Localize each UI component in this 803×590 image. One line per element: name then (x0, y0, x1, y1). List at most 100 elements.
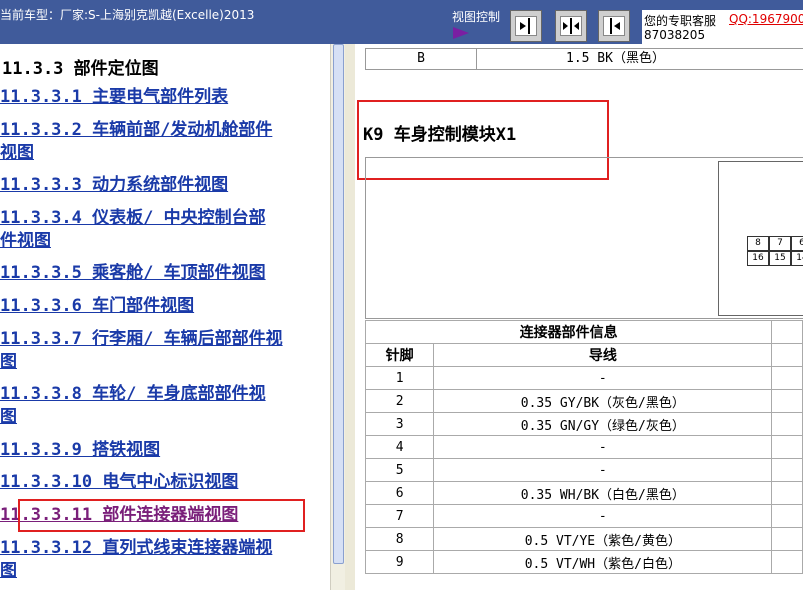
extra-cell (771, 504, 803, 528)
col-extra-header (771, 343, 803, 367)
toc-item-text-cont: 件视图 (0, 231, 51, 251)
support-label: 您的专职客服 (644, 14, 717, 28)
toc-item-text: 11.3.3.1 主要电气部件列表 (0, 87, 229, 107)
wire-cell: 0.5 VT/WH（紫色/白色） (433, 550, 773, 574)
wire-cell: 0.35 GN/GY（绿色/灰色） (433, 412, 773, 436)
toc-item-text: 11.3.3.5 乘客舱/ 车顶部件视图 (0, 263, 266, 283)
toc-item-text-cont: 图 (0, 561, 17, 581)
table-header-extra (771, 320, 803, 344)
right-panel-icon (603, 16, 625, 36)
table-row: 3 0.35 GN/GY（绿色/灰色） (364, 412, 803, 436)
connector-pin: 6 (791, 236, 803, 251)
pin-cell: 6 (364, 481, 435, 505)
table-row: 1- (364, 366, 803, 390)
toc-item-11-3-3-4[interactable]: 11.3.3.4 仪表板/ 中央控制台部 件视图 (0, 207, 326, 253)
extra-cell (771, 550, 803, 574)
extra-cell (771, 458, 803, 482)
toc-scrollbar-thumb[interactable] (333, 44, 344, 564)
toc-item-11-3-3-3[interactable]: 11.3.3.3 动力系统部件视图 (0, 174, 326, 197)
table-row: 6 0.35 WH/BK（白色/黑色） (364, 481, 803, 505)
top-toolbar: 当前车型：厂家:S-上海别克凯越(Excelle)2013 视图控制 您的专职客… (0, 0, 803, 44)
col-pin-header: 针脚 (364, 343, 435, 367)
toc-item-text: 11.3.3.3 动力系统部件视图 (0, 175, 229, 195)
wire-cell: - (433, 458, 773, 482)
pane-splitter[interactable] (345, 44, 355, 590)
pin-cell: 5 (364, 458, 435, 482)
connector-info-table: 连接器部件信息 针脚 导线 1- 2 0.35 GY/BK（灰色/黑色） 3 0.3… (364, 320, 803, 574)
pin-cell: 3 (364, 412, 435, 436)
wire-cell: - (433, 504, 773, 528)
toc-item-text: 11.3.3.2 车辆前部/发动机舱部件 (0, 120, 273, 140)
pin-cell: 9 (364, 550, 435, 574)
previous-table-row: B 1.5 BK（黑色） (365, 48, 803, 70)
connector-pin: 7 (769, 236, 791, 251)
connector-diagram-box: 8 7 6 16 15 14 (365, 157, 803, 319)
toc-item-11-3-3-1[interactable]: 11.3.3.1 主要电气部件列表 (0, 86, 326, 109)
wire-cell: 0.5 VT/YE（紫色/黄色） (433, 527, 773, 551)
toc-item-11-3-3-2[interactable]: 11.3.3.2 车辆前部/发动机舱部件 视图 (0, 119, 326, 165)
pin-cell: 1 (364, 366, 435, 390)
wire-cell: 0.35 GY/BK（灰色/黑色） (433, 389, 773, 413)
wire-cell: 0.35 WH/BK（白色/黑色） (433, 481, 773, 505)
connector-pin: 14 (791, 251, 803, 266)
wire-cell: - (433, 366, 773, 390)
extra-cell (771, 412, 803, 436)
view-control-label: 视图控制 (452, 10, 501, 24)
toc-scrollbar[interactable] (330, 44, 346, 590)
table-row: 2 0.35 GY/BK（灰色/黑色） (364, 389, 803, 413)
extra-cell (771, 527, 803, 551)
toc-item-11-3-3-12[interactable]: 11.3.3.12 直列式线束连接器端视图 (0, 537, 326, 583)
extra-cell (771, 435, 803, 459)
toc-item-text: 11.3.3.8 车轮/ 车身底部部件视 (0, 384, 266, 404)
left-panel-icon (515, 16, 537, 36)
toc-item-text: 11.3.3.12 直列式线束连接器端视 (0, 538, 273, 558)
toc-item-11-3-3-7[interactable]: 11.3.3.7 行李厢/ 车辆后部部件视图 (0, 328, 326, 374)
col-wire-header: 导线 (433, 343, 773, 367)
view-split-button[interactable] (555, 10, 587, 42)
toc-item-11-3-3-9[interactable]: 11.3.3.9 搭铁视图 (0, 439, 326, 462)
toc-item-text: 11.3.3.9 搭铁视图 (0, 440, 161, 460)
toc-pane: 11.3.3 部件定位图 11.3.3.1 主要电气部件列表 11.3.3.2 … (0, 44, 330, 590)
wire-cell: - (433, 435, 773, 459)
table-row: 7- (364, 504, 803, 528)
toc-item-11-3-3-6[interactable]: 11.3.3.6 车门部件视图 (0, 295, 326, 318)
table-row: 5- (364, 458, 803, 482)
extra-cell (771, 481, 803, 505)
extra-cell (771, 366, 803, 390)
qq-link[interactable]: QQ:1967900 (729, 12, 803, 26)
toc-item-text: 11.3.3.7 行李厢/ 车辆后部部件视 (0, 329, 283, 349)
connector-pin: 8 (747, 236, 769, 251)
toc-item-text: 11.3.3.6 车门部件视图 (0, 296, 195, 316)
table-row: 9 0.5 VT/WH（紫色/白色） (364, 550, 803, 574)
pin-cell: 2 (364, 389, 435, 413)
table-title: 连接器部件信息 (364, 320, 773, 344)
support-number: 87038205 (644, 28, 706, 42)
toc-item-11-3-3-10[interactable]: 11.3.3.10 电气中心标识视图 (0, 471, 326, 494)
view-control-arrow-icon (453, 27, 469, 39)
pin-cell: 4 (364, 435, 435, 459)
connector-image: 8 7 6 16 15 14 (718, 161, 803, 316)
connector-pin: 15 (769, 251, 791, 266)
toc-item-11-3-3-5[interactable]: 11.3.3.5 乘客舱/ 车顶部件视图 (0, 262, 326, 285)
toc-item-text-cont: 图 (0, 352, 17, 372)
current-car-label: 当前车型：厂家:S-上海别克凯越(Excelle)2013 (0, 8, 255, 22)
extra-cell (771, 389, 803, 413)
pin-cell: 7 (364, 504, 435, 528)
view-left-button[interactable] (510, 10, 542, 42)
content-pane: B 1.5 BK（黑色） K9 车身控制模块X1 8 7 6 16 15 14 … (355, 44, 803, 590)
toc-item-text: 11.3.3.4 仪表板/ 中央控制台部 (0, 208, 266, 228)
toc-heading: 11.3.3 部件定位图 (2, 59, 159, 79)
highlight-box-toc (18, 499, 305, 532)
toc-item-text-cont: 图 (0, 407, 17, 427)
prev-row-pin: B (366, 49, 477, 69)
table-row: 4- (364, 435, 803, 459)
view-right-button[interactable] (598, 10, 630, 42)
toc-item-text: 11.3.3.10 电气中心标识视图 (0, 472, 239, 492)
connector-pin: 16 (747, 251, 769, 266)
table-row: 8 0.5 VT/YE（紫色/黄色） (364, 527, 803, 551)
toc-item-11-3-3-8[interactable]: 11.3.3.8 车轮/ 车身底部部件视图 (0, 383, 326, 429)
support-panel: 您的专职客服 QQ:1967900 87038205 (642, 10, 803, 44)
prev-row-wire: 1.5 BK（黑色） (566, 51, 665, 66)
split-panel-icon (560, 16, 582, 36)
toc-item-text-cont: 视图 (0, 143, 34, 163)
